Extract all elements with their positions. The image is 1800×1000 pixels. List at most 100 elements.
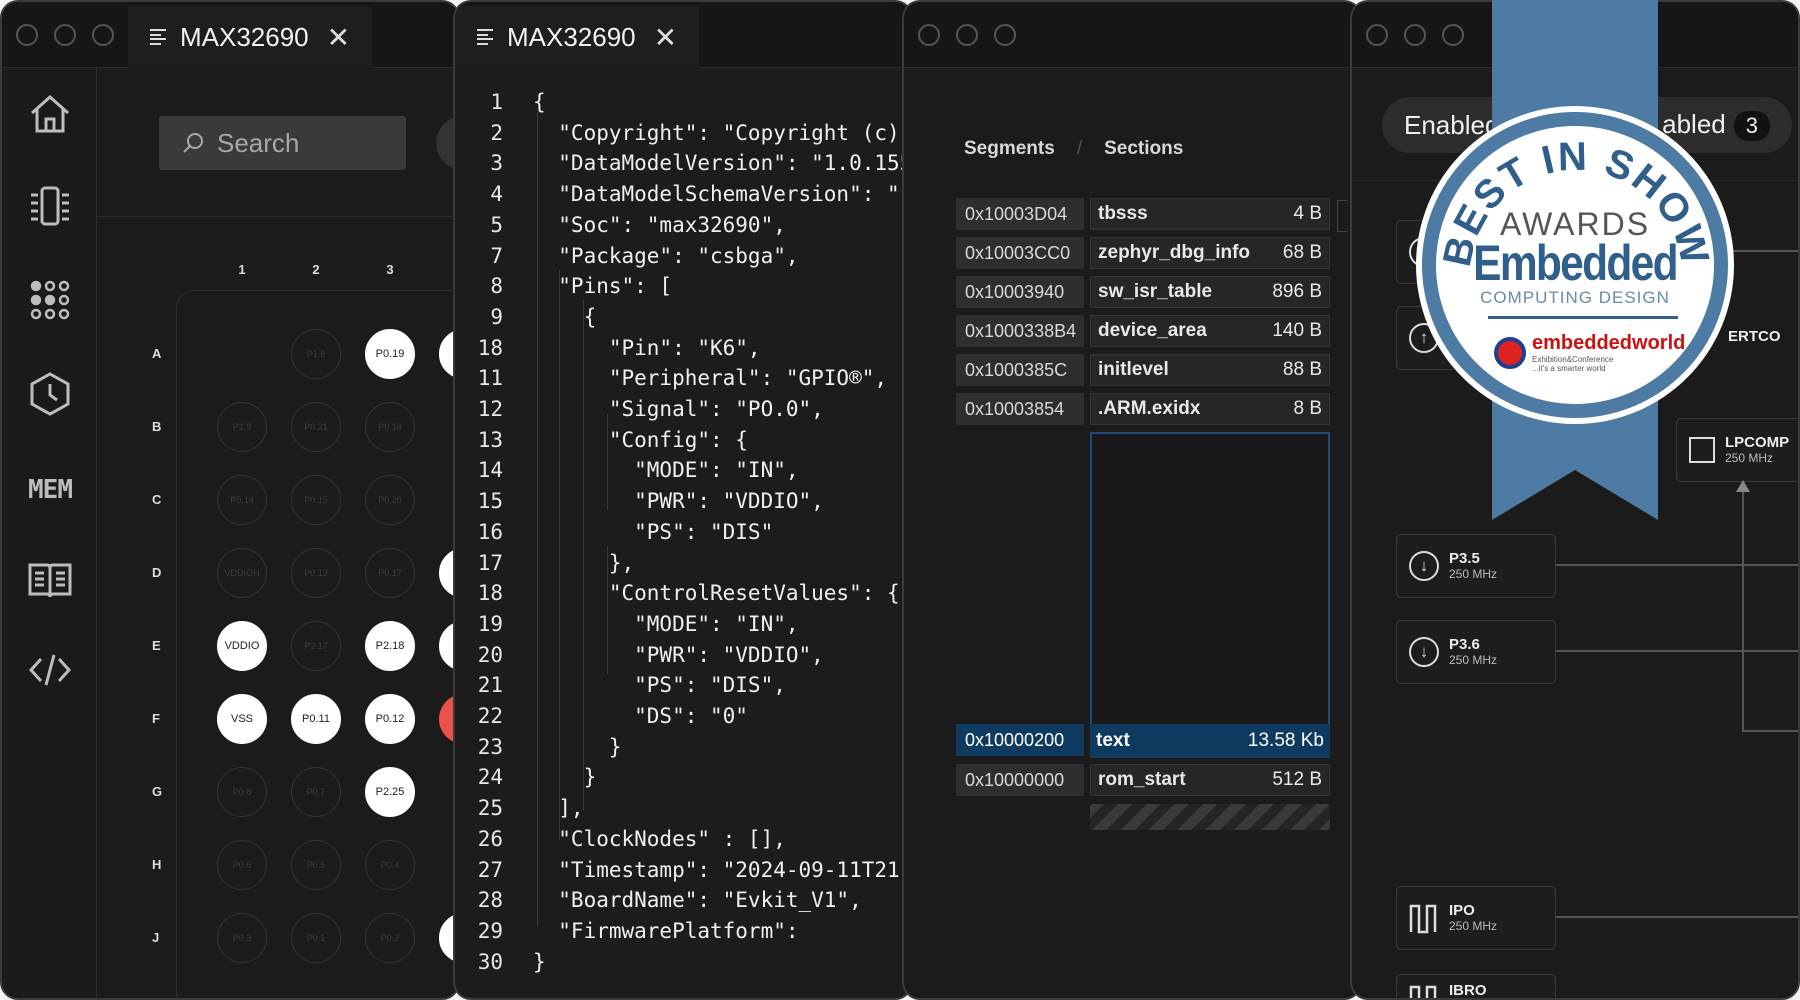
pin-cell[interactable]: P0.6	[217, 840, 267, 890]
section-row[interactable]: initlevel 88 B	[1090, 354, 1330, 386]
pin-cell[interactable]: P0.12	[365, 694, 415, 744]
line-number: 21	[477, 673, 503, 698]
section-address: 0x10003854	[956, 393, 1084, 425]
pin-cell[interactable]: P0.5	[291, 840, 341, 890]
connector-line	[1742, 730, 1798, 732]
section-size: 68 B	[1282, 242, 1322, 263]
code-line: "DS": "0"	[533, 704, 748, 728]
pin-cell[interactable]: P0.19	[365, 329, 415, 379]
section-row-text[interactable]: text 13.58 Kb	[1090, 724, 1330, 758]
section-name: initlevel	[1098, 359, 1169, 380]
column-header: 3	[386, 262, 394, 277]
pin-cell[interactable]: P0.3	[217, 913, 267, 963]
line-number: 18	[477, 335, 503, 360]
pin-cell[interactable]: P2.17	[291, 621, 341, 671]
pin-cell[interactable]: P0.13	[291, 548, 341, 598]
pin-cell[interactable]: P0.20	[365, 475, 415, 525]
row-header: A	[152, 346, 162, 361]
divider	[97, 216, 458, 217]
pin-cell[interactable]: P1.8	[291, 329, 341, 379]
close-window-button[interactable]	[16, 24, 38, 46]
column-header: 1	[238, 262, 246, 277]
chip-icon[interactable]	[24, 180, 76, 232]
line-number: 2	[490, 120, 503, 145]
section-row[interactable]: device_area 140 B	[1090, 315, 1330, 347]
pin-cell[interactable]: P0.16	[365, 402, 415, 452]
sidebar: MEM	[2, 68, 97, 998]
zoom-window-button[interactable]	[1442, 24, 1464, 46]
text-section-block[interactable]	[1090, 432, 1330, 756]
breadcrumb-sections[interactable]: Sections	[1104, 138, 1183, 160]
search-input[interactable]: Search	[159, 116, 406, 170]
code-line: "PS": "DIS",	[533, 673, 786, 698]
pin-cell[interactable]: P0.17	[365, 548, 415, 598]
pin-cell[interactable]: VDDIO	[217, 621, 267, 671]
pin-cell[interactable]: VDDIOH	[217, 548, 267, 598]
clock-node-p3-5[interactable]: ↓ P3.5 250 MHz	[1396, 534, 1556, 598]
breadcrumb-segments[interactable]: Segments	[964, 138, 1055, 160]
section-address: 0x1000338B4	[956, 315, 1084, 347]
section-row[interactable]: zephyr_dbg_info 68 B	[1090, 237, 1330, 269]
book-icon[interactable]	[24, 554, 76, 606]
minimize-window-button[interactable]	[1404, 24, 1426, 46]
memory-icon[interactable]: MEM	[24, 464, 76, 516]
close-tab-icon[interactable]: ✕	[327, 21, 350, 54]
code-line: "MODE": "IN",	[533, 458, 799, 483]
memory-label: MEM	[28, 475, 73, 505]
pin-cell[interactable]: P0.11	[291, 694, 341, 744]
minimize-window-button[interactable]	[54, 24, 76, 46]
pulse-icon	[1409, 985, 1437, 998]
code-line: {	[533, 90, 546, 114]
close-window-button[interactable]	[1366, 24, 1388, 46]
code-line: {	[533, 304, 597, 329]
section-row[interactable]: tbsss 4 B	[1090, 198, 1330, 230]
line-number: 9	[490, 304, 503, 329]
partner-name: embeddedworld	[1532, 332, 1686, 354]
pin-cell[interactable]: P0.1	[291, 913, 341, 963]
pin-cell[interactable]: VSS	[217, 694, 267, 744]
line-number: 18	[477, 581, 503, 606]
tab-max32690[interactable]: MAX32690 ✕	[128, 6, 373, 68]
pin-cell[interactable]: P2.25	[365, 767, 415, 817]
code-icon[interactable]	[24, 644, 76, 696]
embedded-world-logo: embeddedworld Exhibition&Conference ...i…	[1494, 332, 1685, 373]
window-controls	[16, 24, 114, 46]
pin-cell[interactable]: P0.21	[291, 402, 341, 452]
line-number: 23	[477, 734, 503, 759]
section-row[interactable]: sw_isr_table 896 B	[1090, 276, 1330, 308]
line-number: 29	[477, 918, 503, 943]
clock-icon[interactable]	[24, 368, 76, 420]
clock-node-ertco[interactable]: ERTCO	[1728, 328, 1781, 346]
pin-cell[interactable]: P1.9	[217, 402, 267, 452]
home-icon[interactable]	[24, 88, 76, 140]
clock-node-ibro[interactable]: IBRO	[1396, 974, 1556, 998]
connector-line	[1556, 564, 1798, 566]
pin-cell[interactable]: P0.2	[365, 913, 415, 963]
row-header: E	[152, 638, 161, 653]
node-name: LPCOMP	[1725, 434, 1790, 451]
pin-cell[interactable]: P0.14	[217, 475, 267, 525]
clock-node-ipo[interactable]: IPO 250 MHz	[1396, 886, 1556, 950]
pin-cell[interactable]: P0.15	[291, 475, 341, 525]
pin-grid-icon[interactable]	[24, 274, 76, 326]
tab-max32690[interactable]: MAX32690 ✕	[455, 6, 700, 68]
code-line: }	[533, 734, 622, 759]
pin-cell[interactable]: P0.8	[217, 767, 267, 817]
zoom-window-button[interactable]	[994, 24, 1016, 46]
section-row-rom-start[interactable]: rom_start 512 B	[1090, 764, 1330, 796]
code-line: "BoardName": "Evkit_V1",	[533, 888, 862, 913]
clock-node-p3-6[interactable]: ↓ P3.6 250 MHz	[1396, 620, 1556, 684]
section-name: tbsss	[1098, 203, 1148, 224]
code-line: }	[533, 949, 546, 974]
minimize-window-button[interactable]	[956, 24, 978, 46]
award-brand-sub: COMPUTING DESIGN	[1480, 288, 1670, 307]
close-window-button[interactable]	[918, 24, 940, 46]
pin-cell[interactable]: P0.4	[365, 840, 415, 890]
pin-cell[interactable]: P2.18	[365, 621, 415, 671]
close-tab-icon[interactable]: ✕	[654, 21, 677, 54]
clock-node-lpcomp[interactable]: LPCOMP 250 MHz	[1676, 418, 1798, 482]
section-row[interactable]: .ARM.exidx 8 B	[1090, 393, 1330, 425]
zoom-window-button[interactable]	[92, 24, 114, 46]
pin-cell[interactable]: P0.7	[291, 767, 341, 817]
document-icon	[477, 29, 493, 45]
